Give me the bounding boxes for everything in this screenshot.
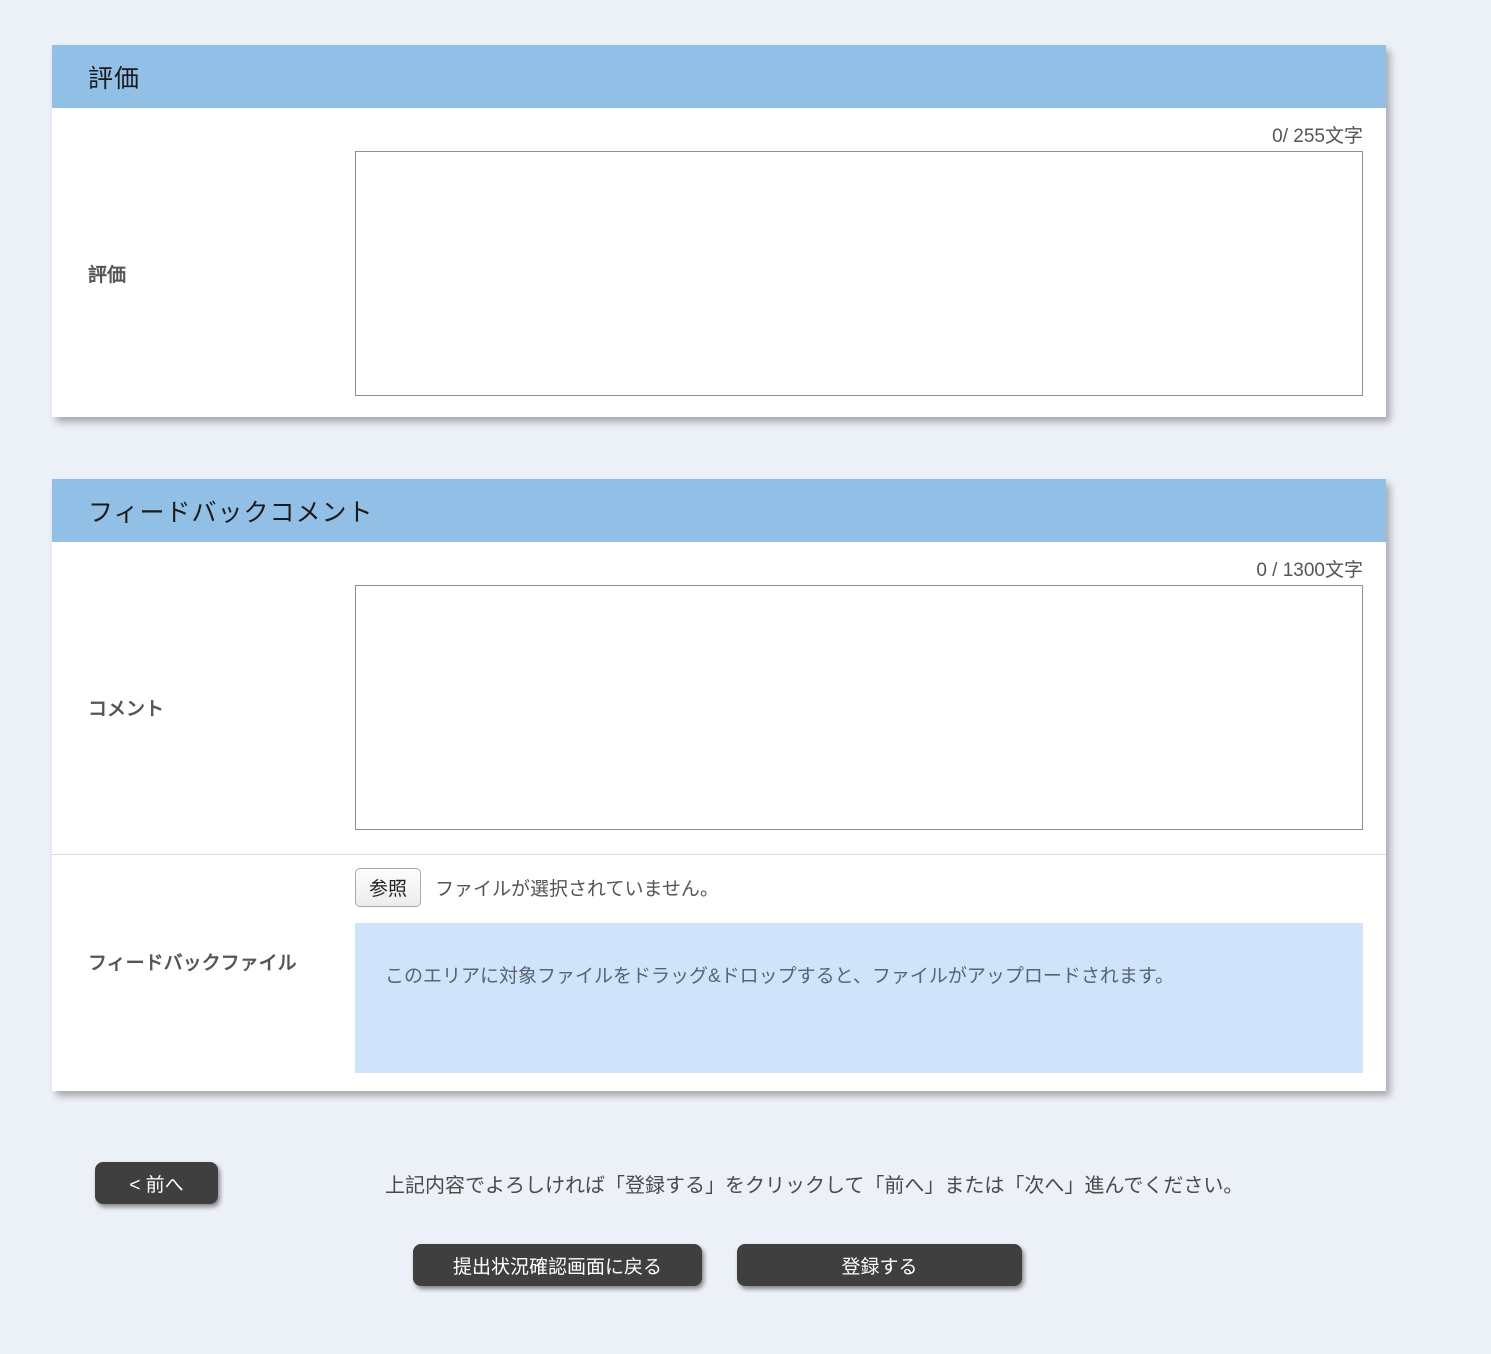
instruction-text: 上記内容でよろしければ「登録する」をクリックして「前へ」または「次へ」進んでくだ… [385, 1169, 1243, 1198]
evaluation-panel-title: 評価 [88, 59, 140, 95]
no-file-selected-text: ファイルが選択されていません。 [435, 874, 719, 901]
browse-file-button[interactable]: 参照 [355, 868, 421, 907]
evaluation-field-label: 評価 [52, 151, 355, 401]
evaluation-textarea[interactable] [355, 151, 1363, 396]
evaluation-panel: 評価 0/ 255文字 評価 [52, 45, 1386, 417]
dropzone-hint-text: このエリアに対象ファイルをドラッグ&ドロップすると、ファイルがアップロードされま… [385, 966, 1174, 987]
back-to-status-button[interactable]: 提出状況確認画面に戻る [413, 1244, 702, 1286]
feedback-panel-header: フィードバックコメント [52, 479, 1386, 542]
comment-field-label: コメント [52, 585, 355, 835]
actions-row: 提出状況確認画面に戻る 登録する [0, 1244, 1491, 1286]
comment-section: 0 / 1300文字 コメント [52, 542, 1386, 855]
comment-textarea[interactable] [355, 585, 1363, 830]
footer-row: < 前へ 上記内容でよろしければ「登録する」をクリックして「前へ」または「次へ」… [0, 1162, 1491, 1204]
comment-char-counter: 0 / 1300文字 [52, 542, 1386, 585]
file-section: フィードバックファイル 参照 ファイルが選択されていません。 このエリアに対象フ… [52, 855, 1386, 1091]
feedback-panel: フィードバックコメント 0 / 1300文字 コメント フィードバックファイル … [52, 479, 1386, 1091]
previous-button[interactable]: < 前へ [95, 1162, 218, 1204]
file-dropzone[interactable]: このエリアに対象ファイルをドラッグ&ドロップすると、ファイルがアップロードされま… [355, 923, 1363, 1073]
register-button[interactable]: 登録する [737, 1244, 1022, 1286]
evaluation-char-counter: 0/ 255文字 [52, 108, 1386, 151]
evaluation-panel-header: 評価 [52, 45, 1386, 108]
file-field-label: フィードバックファイル [52, 855, 355, 1073]
feedback-panel-title: フィードバックコメント [88, 493, 374, 529]
